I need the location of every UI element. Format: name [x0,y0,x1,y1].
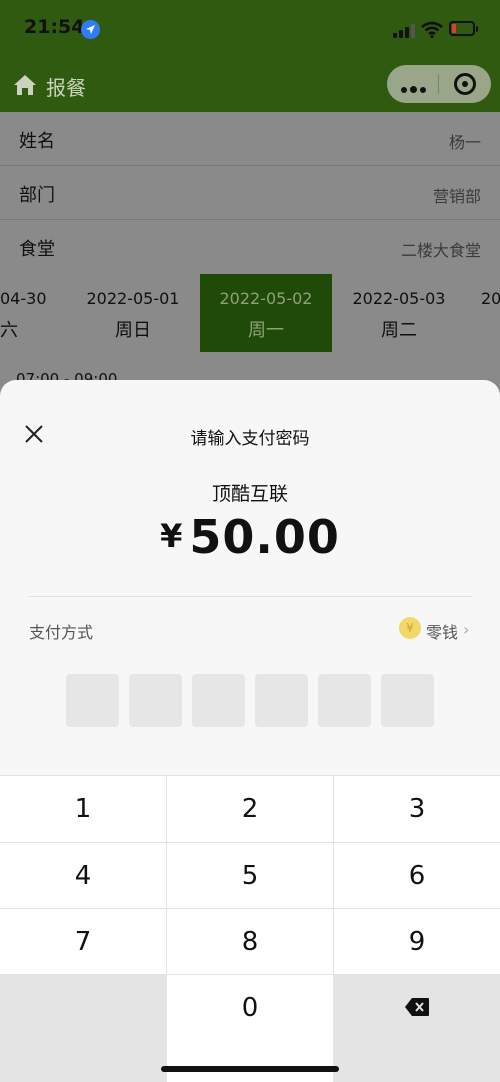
date-text: 2022-05-01 [86,289,180,308]
keypad-line [0,974,500,975]
key-3[interactable]: 3 [334,776,500,842]
keypad-backspace-area [333,975,500,1082]
weekday-text: 周二 [381,320,417,341]
battery-tip [476,26,478,32]
form-row-department[interactable]: 部门 营销部 [0,166,500,220]
keypad-blank-left [0,975,167,1082]
keypad-line [0,908,500,909]
key-9[interactable]: 9 [334,909,500,975]
form-row-name[interactable]: 姓名 杨一 [0,112,500,166]
weekday-text: 周一 [248,320,284,341]
pin-box-6 [381,674,434,727]
wallet-coin-icon[interactable]: ¥ [399,617,421,639]
key-6[interactable]: 6 [334,843,500,909]
date-text: 2022-05-03 [352,289,446,308]
date-text: 2022-05-02 [219,289,313,308]
location-icon [81,20,100,39]
pin-box-3 [192,674,245,727]
merchant-name: 顶酷互联 [211,483,288,505]
capsule-divider [438,74,439,94]
payment-method-value[interactable]: 零钱 [426,619,458,643]
name-value: 杨一 [448,133,481,152]
home-indicator [161,1066,339,1072]
backspace-icon[interactable] [404,996,430,1018]
key-5[interactable]: 5 [167,843,333,909]
currency-symbol: ¥ [160,517,184,555]
keypad-vline [333,775,334,975]
date-tab-0502-selected[interactable]: 2022-05-02 周一 [200,274,332,352]
target-circle-dot [462,81,468,87]
sheet-divider [28,596,472,597]
status-time: 21:54 [24,16,85,38]
signal-icon [393,24,415,38]
department-value: 营销部 [432,187,481,206]
keypad-vline [166,775,167,975]
name-label: 姓名 [19,131,55,152]
key-0[interactable]: 0 [167,975,333,1041]
wifi-icon [421,21,443,38]
date-tab-0503[interactable]: 2022-05-03 周二 [332,274,466,352]
key-2[interactable]: 2 [167,776,333,842]
date-tab-next[interactable]: 20 [466,274,500,352]
amount-value: 50.00 [189,510,340,564]
pin-box-1 [66,674,119,727]
form-row-canteen[interactable]: 食堂 二楼大食堂 [0,220,500,274]
keypad-line [0,775,500,776]
department-label: 部门 [19,185,55,206]
pin-box-5 [318,674,371,727]
home-icon[interactable] [12,73,38,97]
key-7[interactable]: 7 [0,909,166,975]
canteen-value: 二楼大食堂 [400,241,481,260]
battery-level [452,24,456,33]
key-8[interactable]: 8 [167,909,333,975]
page-title: 报餐 [46,76,86,100]
key-4[interactable]: 4 [0,843,166,909]
pin-box-2 [129,674,182,727]
payment-amount: ¥50.00 [0,510,500,564]
key-1[interactable]: 1 [0,776,166,842]
more-dots-icon[interactable] [401,78,429,97]
chevron-right-icon[interactable]: › [463,620,469,639]
date-tab-0501[interactable]: 2022-05-01 周日 [66,274,200,352]
payment-title: 请输入支付密码 [190,429,310,449]
payment-method-label: 支付方式 [29,623,94,642]
date-text: 20 [481,289,500,308]
keypad-line [0,842,500,843]
date-tab-0430[interactable]: 04-30 六 [0,274,74,352]
canteen-label: 食堂 [19,239,55,260]
pin-box-4 [255,674,308,727]
weekday-text: 周日 [115,320,151,341]
